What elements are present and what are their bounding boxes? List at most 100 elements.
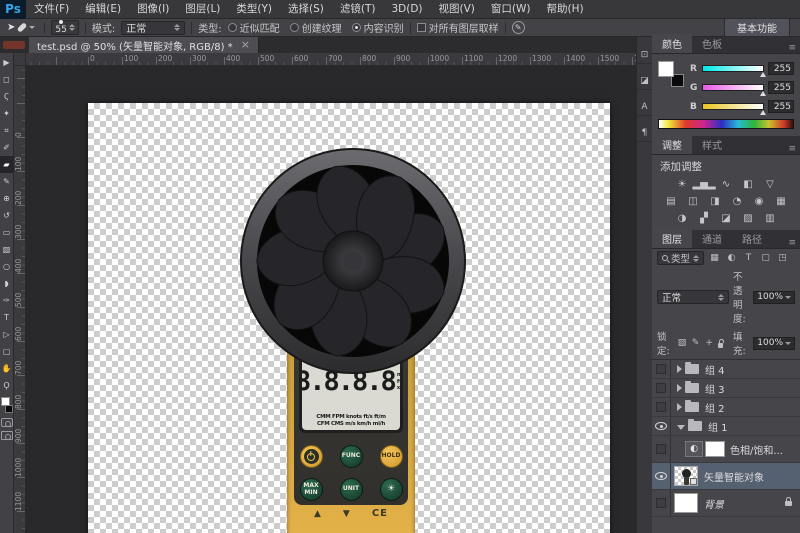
zoom-tool[interactable]: Ϙ [0,377,14,394]
posterize-icon[interactable]: ▞ [695,211,714,226]
disclosure-closed-icon[interactable] [677,403,682,411]
sample-all-layers-option[interactable]: 对所有图层取样 [417,20,499,35]
mode-select[interactable]: 正常 [121,21,185,35]
clone-stamp-tool[interactable]: ⊕ [0,190,14,207]
eraser-tool[interactable]: ▭ [0,224,14,241]
brush-size-spinner[interactable] [69,24,75,31]
layer-name[interactable]: 背景 [704,496,724,511]
tab-layers[interactable]: 图层 [652,229,692,248]
menu-item[interactable]: 选择(S) [280,0,332,19]
tool-preset-picker[interactable]: ➤ [4,22,38,33]
lasso-tool[interactable]: Ϛ [0,88,14,105]
panel-color-swatches[interactable] [658,61,684,87]
exposure-icon[interactable]: ◧ [739,177,758,192]
blue-value[interactable]: 255 [768,100,794,113]
close-tab-icon[interactable]: × [241,40,250,50]
visibility-toggle[interactable] [652,360,671,378]
tab-styles[interactable]: 样式 [692,135,732,154]
vertical-ruler[interactable]: 010020030040050060070080090010001100 [14,66,26,533]
background-layer-thumbnail[interactable] [674,493,698,513]
layer-row-smart-object[interactable]: 矢量智能对象 [652,463,800,490]
fill-value[interactable]: 100% [753,337,795,350]
slider-marker[interactable] [760,91,766,96]
pen-tool[interactable]: ✑ [0,292,14,309]
brush-size-picker[interactable]: 55 [51,20,78,35]
dodge-tool[interactable]: ◗ [0,275,14,292]
disclosure-open-icon[interactable] [677,425,685,430]
character-panel-icon[interactable]: A [637,99,652,116]
layer-row-group2[interactable]: 组 2 [652,398,800,417]
filter-pixel-layers-icon[interactable]: ▦ [708,253,721,263]
brush-tool[interactable]: ✎ [0,173,14,190]
color-lookup-icon[interactable]: ▦ [772,194,791,209]
background-color-swatch[interactable] [5,405,13,413]
eyedropper-tool[interactable]: ✐ [0,139,14,156]
gradient-map-icon[interactable]: ▥ [761,211,780,226]
blend-mode-select[interactable]: 正常 [657,290,729,304]
menu-item[interactable]: 类型(Y) [228,0,280,19]
invert-icon[interactable]: ◑ [673,211,692,226]
lock-all-icon[interactable] [718,343,723,348]
tab-adjustments[interactable]: 调整 [652,135,692,154]
shape-tool[interactable]: ▢ [0,343,14,360]
info-panel-icon[interactable]: ⊡ [637,47,652,64]
menu-item[interactable]: 视图(V) [431,0,483,19]
tab-swatches[interactable]: 色板 [692,34,732,53]
menu-item[interactable]: 窗口(W) [483,0,539,19]
tab-paths[interactable]: 路径 [732,229,772,248]
radio-proximity-match[interactable]: 近似匹配 [228,20,280,35]
slider-marker[interactable] [760,72,766,77]
layer-row-group4[interactable]: 组 4 [652,360,800,379]
opacity-value[interactable]: 100% [753,291,795,304]
properties-panel-icon[interactable]: ◪ [637,73,652,90]
red-slider[interactable] [702,65,764,72]
color-spectrum-ramp[interactable] [658,119,794,129]
quick-mask-button[interactable] [1,418,13,427]
visibility-toggle[interactable] [652,379,671,397]
blur-tool[interactable]: ○ [0,258,14,275]
panel-menu-icon[interactable]: ≡ [788,238,796,248]
panel-menu-icon[interactable]: ≡ [788,144,796,154]
history-brush-tool[interactable]: ↺ [0,207,14,224]
adjustment-layer-thumbnail[interactable]: ◐ [685,441,703,457]
visibility-toggle[interactable] [652,436,671,462]
menu-item[interactable]: 编辑(E) [77,0,129,19]
hue-saturation-icon[interactable]: ▤ [662,194,681,209]
lock-transparency-icon[interactable]: ▨ [677,338,687,348]
screen-mode-button[interactable] [1,431,13,440]
quick-selection-tool[interactable]: ✦ [0,105,14,122]
photo-filter-icon[interactable]: ◔ [728,194,747,209]
layer-name[interactable]: 组 1 [708,419,728,434]
hand-tool[interactable]: ✋ [0,360,14,377]
move-tool[interactable]: ▶ [0,54,14,71]
tablet-pressure-icon[interactable]: ✎ [512,21,525,34]
disclosure-closed-icon[interactable] [677,365,682,373]
filter-kind-select[interactable]: 类型 [657,251,704,265]
red-value[interactable]: 255 [768,62,794,75]
document-tab[interactable]: test.psd @ 50% (矢量智能对象, RGB/8) * × [29,37,259,53]
curves-icon[interactable]: ∿ [717,177,736,192]
filter-adjustment-layers-icon[interactable]: ◐ [725,253,738,263]
canvas-transparent[interactable]: ◔ HOLD VEL FLOW AREA SLOW FAST MAX MIN [88,103,610,533]
visibility-toggle[interactable] [652,398,671,416]
smart-object-thumbnail[interactable] [674,466,698,486]
marquee-tool[interactable]: ◻ [0,71,14,88]
spot-healing-brush-tool[interactable]: ▰ [0,156,14,173]
threshold-icon[interactable]: ◪ [717,211,736,226]
foreground-color-swatch[interactable] [658,61,674,77]
workspace-switcher-button[interactable]: 基本功能 [724,18,790,37]
blue-slider[interactable] [702,103,764,110]
layer-name[interactable]: 组 3 [705,381,725,396]
disclosure-closed-icon[interactable] [677,384,682,392]
tab-color[interactable]: 颜色 [652,34,692,53]
ruler-origin-corner[interactable] [14,53,26,66]
visibility-toggle[interactable] [652,463,671,489]
layer-name[interactable]: 色相/饱和... [730,442,783,457]
lock-position-icon[interactable]: + [704,338,714,348]
layer-row-group3[interactable]: 组 3 [652,379,800,398]
layer-name[interactable]: 矢量智能对象 [704,469,764,484]
horizontal-ruler[interactable]: 0100200300400500600700800900100011001200… [26,53,636,66]
gradient-tool[interactable]: ▧ [0,241,14,258]
color-balance-icon[interactable]: ◫ [684,194,703,209]
layer-name[interactable]: 组 4 [705,362,725,377]
